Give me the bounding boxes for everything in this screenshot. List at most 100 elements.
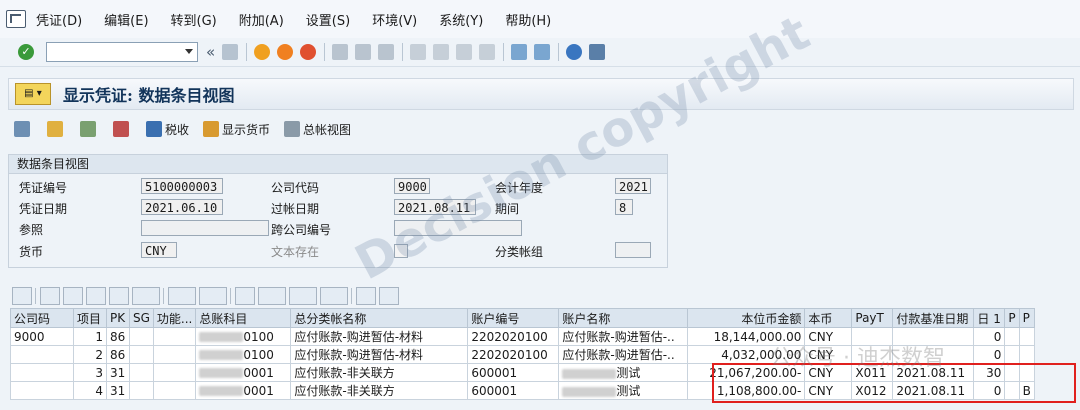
other-document-button[interactable] [47, 121, 66, 137]
col-baseline-date[interactable]: 付款基准日期 [892, 308, 975, 328]
menu-system[interactable]: 系统(Y) [439, 10, 483, 29]
col-gl-name[interactable]: 总分类帐名称 [290, 308, 469, 328]
gl-suffix: 0001 [243, 365, 274, 380]
col-p1[interactable]: P [1004, 308, 1020, 328]
previous-page-icon[interactable] [433, 44, 450, 60]
table-row[interactable]: 2 86 0100 应付账款-购进暂估-材料 2202020100 应付账款-购… [10, 345, 1035, 364]
find-next-icon[interactable] [109, 287, 129, 305]
back-icon[interactable] [254, 44, 271, 60]
layout-menu-icon[interactable] [589, 44, 606, 60]
info-icon[interactable] [379, 287, 399, 305]
fiscal-year-field[interactable]: 2021 [615, 178, 651, 194]
menu-toggle-icon[interactable]: ▤ ▾ [15, 83, 51, 105]
first-page-icon[interactable] [410, 44, 427, 60]
standard-toolbar: ✓ « [0, 38, 1080, 67]
col-account-name[interactable]: 账户名称 [558, 308, 689, 328]
text-exists-checkbox[interactable] [394, 244, 408, 258]
cell-p1 [1004, 345, 1020, 364]
col-gl-account[interactable]: 总账科目 [195, 308, 292, 328]
screen-title-bar: ▤ ▾ 显示凭证: 数据条目视图 [8, 78, 1074, 110]
find-next-icon[interactable] [378, 44, 395, 60]
export-icon[interactable] [289, 287, 317, 305]
exit-icon[interactable] [277, 44, 294, 60]
cell-p1 [1004, 327, 1020, 346]
sort-descending-icon[interactable] [63, 287, 83, 305]
enter-check-icon[interactable]: ✓ [18, 44, 34, 60]
col-payment-terms[interactable]: PayT [851, 308, 894, 328]
document-icon [47, 121, 63, 137]
col-function[interactable]: 功能... [152, 308, 197, 328]
sort-ascending-icon[interactable] [40, 287, 60, 305]
gl-view-button[interactable]: 总帐视图 [284, 121, 351, 138]
print-preview-icon[interactable] [235, 287, 255, 305]
menu-environment[interactable]: 环境(V) [372, 10, 417, 29]
col-p2[interactable]: P [1018, 308, 1035, 328]
graphic-icon[interactable] [356, 287, 376, 305]
doc-number-field[interactable]: 5100000003 [141, 178, 223, 194]
cell-p2 [1018, 327, 1035, 346]
menu-document[interactable]: 凭证(D) [36, 10, 82, 29]
application-toolbar: 税收 显示货币 总帐视图 [14, 118, 365, 140]
cell-company [10, 363, 74, 382]
col-sg[interactable]: SG [129, 308, 154, 328]
command-field[interactable] [46, 42, 198, 62]
period-field[interactable]: 8 [615, 199, 633, 215]
ledger-group-field[interactable] [615, 242, 651, 258]
cell-function [152, 345, 197, 364]
table-row[interactable]: 9000 1 86 0100 应付账款-购进暂估-材料 2202020100 应… [10, 327, 1035, 346]
cell-gl-account: 0100 [195, 345, 292, 364]
menu-edit[interactable]: 编辑(E) [104, 10, 148, 29]
display-change-button[interactable] [14, 121, 33, 137]
display-currency-button[interactable]: 显示货币 [203, 121, 270, 138]
display-currency-label: 显示货币 [222, 122, 271, 137]
redacted-mark [199, 386, 244, 396]
currency-field[interactable]: CNY [141, 242, 177, 258]
posting-date-field[interactable]: 2021.08.11 [394, 199, 476, 215]
toolbar-divider [558, 43, 560, 61]
fiscal-year-label: 会计年度 [495, 181, 544, 195]
grid-toolbar-divider [230, 288, 231, 304]
next-page-icon[interactable] [456, 44, 473, 60]
cancel-icon[interactable] [300, 44, 317, 60]
cross-company-field[interactable] [394, 220, 522, 236]
col-company-code[interactable]: 公司码 [10, 308, 74, 328]
menu-goto[interactable]: 转到(G) [171, 10, 217, 29]
toolbar-divider [246, 43, 248, 61]
chevron-down-icon[interactable] [185, 49, 193, 54]
last-page-icon[interactable] [479, 44, 496, 60]
company-code-field[interactable]: 9000 [394, 178, 430, 194]
doc-date-field[interactable]: 2021.06.10 [141, 199, 223, 215]
tax-button[interactable]: 税收 [146, 121, 189, 138]
subtotal-icon[interactable] [199, 287, 227, 305]
layout-icon[interactable] [320, 287, 348, 305]
help-icon[interactable] [566, 44, 583, 60]
view-icon[interactable] [258, 287, 286, 305]
col-pk[interactable]: PK [106, 308, 130, 328]
col-days-1[interactable]: 日 1 [973, 308, 1006, 328]
shortcut-icon[interactable] [534, 44, 551, 60]
menu-settings[interactable]: 设置(S) [306, 10, 350, 29]
col-item[interactable]: 项目 [73, 308, 107, 328]
header-button[interactable] [113, 121, 132, 137]
details-icon[interactable] [12, 287, 32, 305]
collapse-icon[interactable]: « [206, 43, 215, 61]
save-icon[interactable] [222, 44, 239, 60]
ledger-group-label: 分类帐组 [495, 245, 544, 259]
cell-account-number: 600001 [467, 363, 560, 382]
display-search-button[interactable] [80, 121, 99, 137]
reference-field[interactable] [141, 220, 269, 236]
print-icon[interactable] [332, 44, 349, 60]
col-account-number[interactable]: 账户编号 [467, 308, 560, 328]
cell-account-number: 2202020100 [467, 327, 560, 346]
menu-extras[interactable]: 附加(A) [239, 10, 284, 29]
new-session-icon[interactable] [511, 44, 528, 60]
col-local-currency[interactable]: 本币 [804, 308, 853, 328]
hat-icon [113, 121, 129, 137]
col-local-amount[interactable]: 本位币金额 [687, 308, 806, 328]
find-icon[interactable] [86, 287, 106, 305]
find-icon[interactable] [355, 44, 372, 60]
menu-help[interactable]: 帮助(H) [505, 10, 551, 29]
system-menu-icon[interactable] [6, 10, 26, 28]
filter-icon[interactable] [132, 287, 160, 305]
sum-icon[interactable] [168, 287, 196, 305]
